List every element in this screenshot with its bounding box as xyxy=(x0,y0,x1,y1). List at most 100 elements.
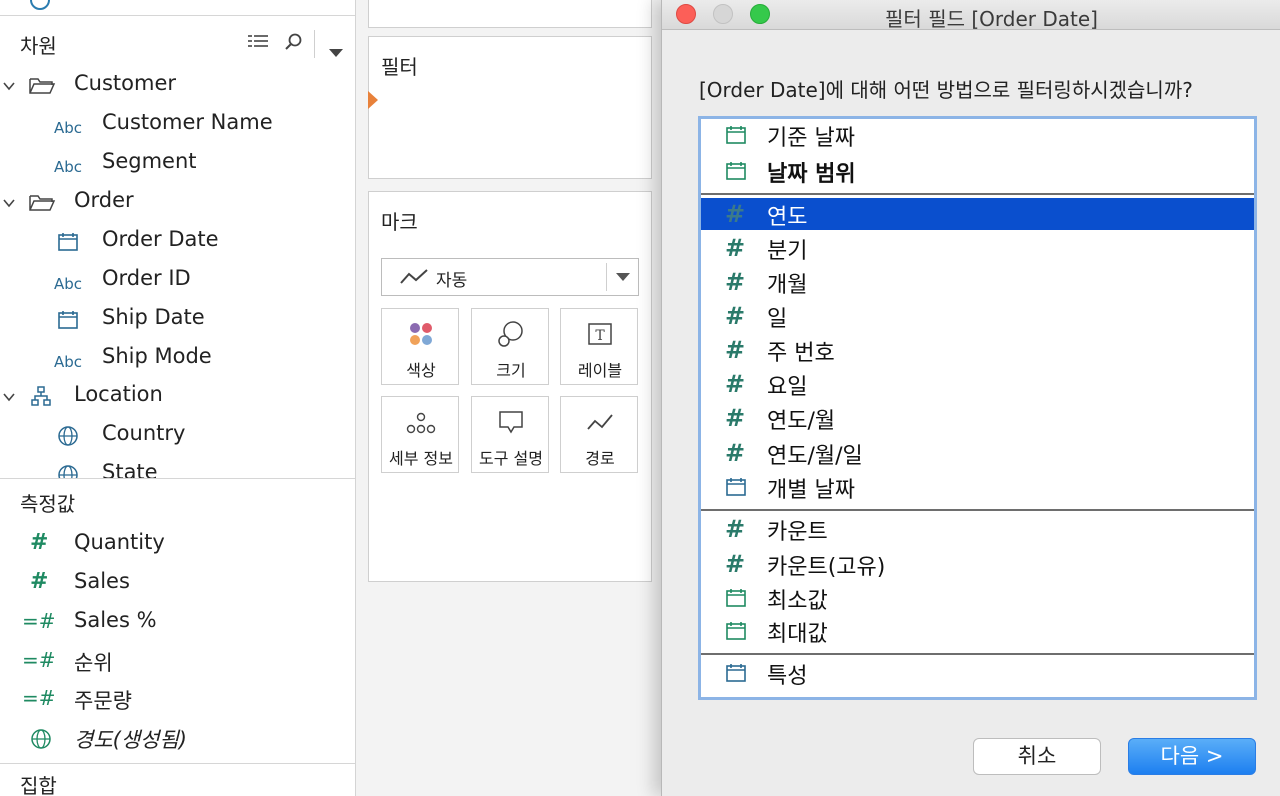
view-list-icon[interactable] xyxy=(246,32,270,57)
field-folder-order[interactable]: Order xyxy=(0,184,355,222)
list-item-maximum[interactable]: 최대값 xyxy=(701,615,1254,647)
number-hash-icon: # xyxy=(725,302,746,330)
dialog-prompt: [Order Date]에 대해 어떤 방법으로 필터링하시겠습니까? xyxy=(699,78,1193,102)
list-item-label: 연도/월/일 xyxy=(767,444,863,469)
calendar-icon xyxy=(725,620,747,642)
field-label: Sales xyxy=(74,569,130,593)
field-ship-mode[interactable]: Abc Ship Mode xyxy=(0,340,355,378)
list-item-anchor-date[interactable]: 기준 날짜 xyxy=(701,119,1254,151)
list-item-label: 연도 xyxy=(767,205,808,230)
globe-icon xyxy=(57,425,79,451)
list-item-label: 연도/월 xyxy=(767,409,836,434)
search-icon[interactable] xyxy=(284,32,304,57)
field-hierarchy-location[interactable]: Location xyxy=(0,378,355,416)
number-hash-icon: # xyxy=(725,370,746,398)
field-country[interactable]: Country xyxy=(0,417,355,455)
list-item-attribute[interactable]: 특성 xyxy=(701,657,1254,689)
field-quantity[interactable]: # Quantity xyxy=(0,526,355,564)
number-hash-icon: # xyxy=(725,439,746,467)
field-ship-date[interactable]: Ship Date xyxy=(0,301,355,339)
marks-title: 마크 xyxy=(381,210,418,234)
pages-panel-clipped xyxy=(368,0,652,28)
color-label: 색상 xyxy=(406,361,436,380)
path-button[interactable]: 경로 xyxy=(560,396,638,473)
size-icon xyxy=(472,321,550,349)
field-customer-name[interactable]: Abc Customer Name xyxy=(0,106,355,144)
field-label: Customer Name xyxy=(102,110,273,134)
pane-menu-chevron-down-icon[interactable] xyxy=(328,39,344,63)
next-button[interactable]: 다음 > xyxy=(1128,738,1256,775)
number-hash-icon: # xyxy=(725,550,746,578)
color-button[interactable]: 색상 xyxy=(381,308,459,385)
field-state[interactable]: State xyxy=(0,456,355,478)
field-label: Order xyxy=(74,188,134,212)
field-order-quantity[interactable]: =# 주문량 xyxy=(0,681,355,719)
calendar-icon xyxy=(725,587,747,609)
field-sales-percent[interactable]: =# Sales % xyxy=(0,604,355,642)
chevron-down-icon[interactable] xyxy=(2,196,16,210)
number-hash-icon: # xyxy=(725,268,746,296)
hierarchy-icon xyxy=(30,386,52,412)
filter-field-dialog: 필터 필드 [Order Date] [Order Date]에 대해 어떤 방… xyxy=(661,0,1280,796)
dialog-titlebar: 필터 필드 [Order Date] xyxy=(662,0,1280,31)
field-label: Quantity xyxy=(74,530,165,554)
folder-icon xyxy=(28,75,56,101)
list-item-label: 카운트(고유) xyxy=(767,555,886,580)
chevron-down-icon[interactable] xyxy=(616,273,630,281)
field-label: Ship Mode xyxy=(102,344,212,368)
field-label: Segment xyxy=(102,149,197,173)
list-item-quarter[interactable]: # 분기 xyxy=(701,232,1254,264)
label-icon: T xyxy=(561,321,639,349)
cancel-button[interactable]: 취소 xyxy=(973,738,1101,775)
measures-header-label: 측정값 xyxy=(20,492,76,516)
field-segment[interactable]: Abc Segment xyxy=(0,145,355,183)
list-item-minimum[interactable]: 최소값 xyxy=(701,582,1254,614)
list-item-individual-dates[interactable]: 개별 날짜 xyxy=(701,471,1254,503)
abc-string-icon: Abc xyxy=(54,353,83,371)
field-label: 주문량 xyxy=(74,689,132,713)
list-item-month[interactable]: # 개월 xyxy=(701,266,1254,298)
tooltip-icon xyxy=(472,409,550,437)
list-item-label: 특성 xyxy=(767,664,808,689)
number-hash-icon: # xyxy=(725,234,746,262)
detail-button[interactable]: 세부 정보 xyxy=(381,396,459,473)
field-folder-customer[interactable]: Customer xyxy=(0,67,355,105)
filters-title: 필터 xyxy=(381,55,418,79)
filters-panel[interactable]: 필터 xyxy=(368,36,652,179)
chevron-down-icon[interactable] xyxy=(2,390,16,404)
list-item-count-distinct[interactable]: # 카운트(고유) xyxy=(701,548,1254,580)
field-sales[interactable]: # Sales xyxy=(0,565,355,603)
list-item-date-range[interactable]: 날짜 범위 xyxy=(701,155,1254,187)
number-hash-icon: # xyxy=(30,569,49,594)
calendar-icon xyxy=(725,124,747,146)
list-item-year-month[interactable]: # 연도/월 xyxy=(701,402,1254,434)
list-item-year[interactable]: # 연도 xyxy=(701,198,1254,230)
list-item-label: 개월 xyxy=(767,273,808,298)
label-button[interactable]: T 레이블 xyxy=(560,308,638,385)
mark-type-label: 자동 xyxy=(436,271,468,291)
field-label: Ship Date xyxy=(102,305,205,329)
filter-method-list[interactable]: 기준 날짜 날짜 범위 # 연도 # 분기 # 개월 # 일 # 주 번호 # xyxy=(698,116,1257,700)
list-separator xyxy=(701,509,1254,511)
number-hash-icon: # xyxy=(725,200,746,228)
field-order-date[interactable]: Order Date xyxy=(0,223,355,261)
field-longitude-generated[interactable]: 경도(생성됨) xyxy=(0,720,355,758)
detail-icon xyxy=(382,409,460,437)
field-order-id[interactable]: Abc Order ID xyxy=(0,262,355,300)
list-item-count[interactable]: # 카운트 xyxy=(701,513,1254,545)
list-item-day[interactable]: # 일 xyxy=(701,300,1254,332)
list-item-weekday[interactable]: # 요일 xyxy=(701,368,1254,400)
size-button[interactable]: 크기 xyxy=(471,308,549,385)
chevron-down-icon[interactable] xyxy=(2,79,16,93)
field-label: Customer xyxy=(74,71,177,95)
mark-type-dropdown[interactable]: 자동 xyxy=(381,258,639,296)
list-item-label: 최대값 xyxy=(767,622,828,647)
size-label: 크기 xyxy=(496,361,526,380)
list-item-year-month-day[interactable]: # 연도/월/일 xyxy=(701,437,1254,469)
list-item-week-number[interactable]: # 주 번호 xyxy=(701,334,1254,366)
number-hash-icon: # xyxy=(725,336,746,364)
field-label: Sales % xyxy=(74,608,157,632)
tooltip-button[interactable]: 도구 설명 xyxy=(471,396,549,473)
field-rank[interactable]: =# 순위 xyxy=(0,643,355,681)
field-label: 순위 xyxy=(74,651,113,675)
